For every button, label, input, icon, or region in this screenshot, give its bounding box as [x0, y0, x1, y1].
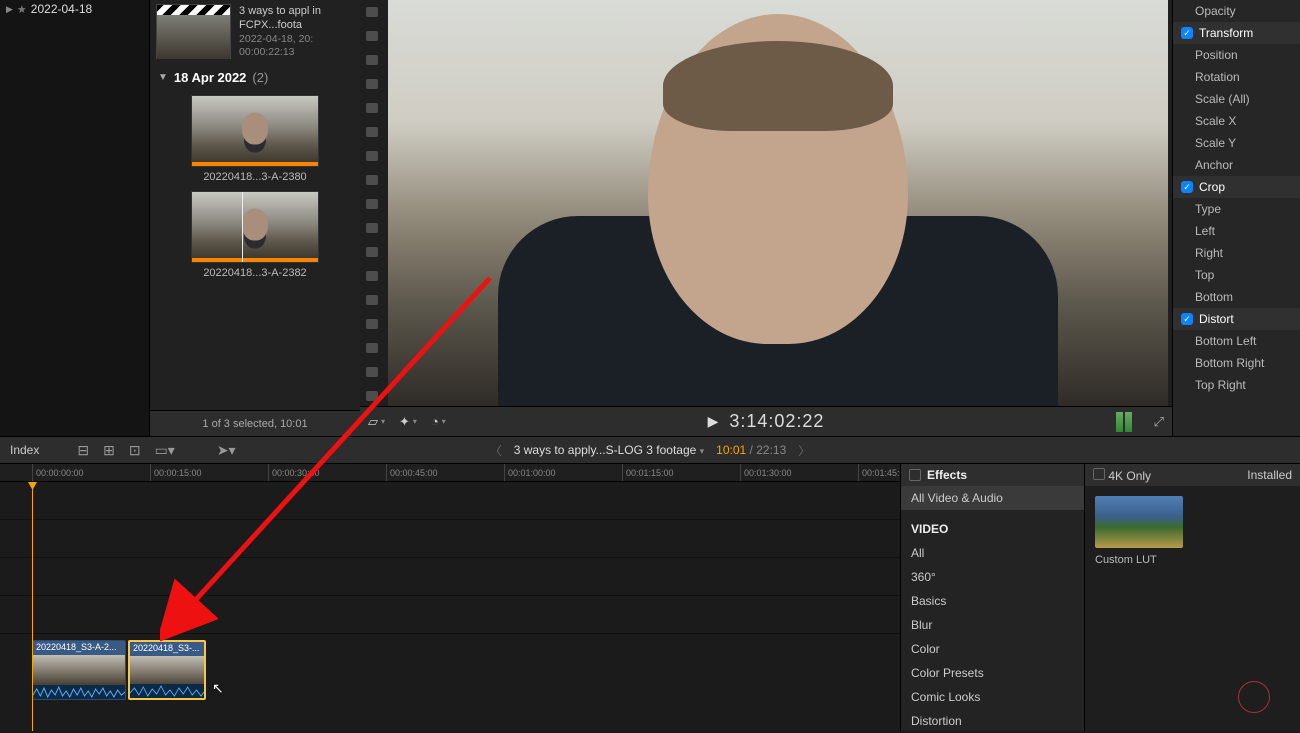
ruler-tick: 00:01:00:00	[504, 464, 556, 481]
browser-clip[interactable]: 20220418...3-A-2380	[150, 91, 360, 187]
timeline-playhead[interactable]	[32, 482, 33, 731]
timeline-clip-selected[interactable]: 20220418_S3-...	[128, 640, 206, 700]
clip-title: 20220418_S3-...	[130, 642, 204, 656]
effects-category[interactable]: Color Presets	[901, 661, 1084, 685]
project-date: 2022-04-18, 20:	[239, 33, 354, 47]
timeline-total-time: 22:13	[756, 443, 786, 457]
timeline-clip[interactable]: 20220418_S3-A-2...	[32, 640, 126, 700]
inspector-param[interactable]: Scale X	[1173, 110, 1300, 132]
inspector-param-opacity[interactable]: Opacity	[1173, 0, 1300, 22]
effect-label: Custom LUT	[1095, 554, 1290, 566]
inspector-param[interactable]: Bottom Right	[1173, 352, 1300, 374]
inspector-param[interactable]: Type	[1173, 198, 1300, 220]
select-tool-icon[interactable]: ➤▾	[217, 442, 236, 459]
browser-status: 1 of 3 selected, 10:01	[150, 410, 360, 436]
effects-category[interactable]: All	[901, 541, 1084, 565]
effects-section-header: VIDEO	[901, 510, 1084, 541]
inspector-param[interactable]: Right	[1173, 242, 1300, 264]
enhance-tool-icon[interactable]: ✦▾	[399, 414, 417, 430]
browser-clip[interactable]: 20220418...3-A-2382	[150, 187, 360, 283]
clip-label: 20220418...3-A-2380	[160, 171, 350, 183]
clip-label: 20220418...3-A-2382	[160, 267, 350, 279]
ruler-tick: 00:00:45:00	[386, 464, 438, 481]
insert-clip-icon[interactable]: ⊞	[103, 442, 115, 459]
overwrite-clip-icon[interactable]: ▭▾	[155, 442, 175, 459]
inspector-param[interactable]: Rotation	[1173, 66, 1300, 88]
audio-meter	[1116, 412, 1132, 432]
retime-tool-icon[interactable]: ◔▾	[431, 414, 446, 429]
disclosure-icon[interactable]: ▶	[6, 4, 13, 15]
effects-category[interactable]: All Video & Audio	[901, 486, 1084, 510]
inspector-panel[interactable]: Opacity ✓Transform Position Rotation Sca…	[1172, 0, 1300, 436]
ruler-tick: 00:01:30:00	[740, 464, 792, 481]
timeline-toolbar: Index ⊟ ⊞ ⊡ ▭▾ ➤▾ 〈 3 ways to apply...S-…	[0, 436, 1300, 464]
filter-4k-label[interactable]: 4K Only	[1108, 469, 1151, 483]
effect-item[interactable]: Custom LUT	[1085, 486, 1300, 576]
inspector-param[interactable]: Scale Y	[1173, 132, 1300, 154]
effects-category[interactable]: Comic Looks	[901, 685, 1084, 709]
project-duration: 00:00:22:13	[239, 46, 354, 60]
inspector-param[interactable]: Bottom Left	[1173, 330, 1300, 352]
connect-clip-icon[interactable]: ⊟	[77, 442, 89, 459]
nav-forward-icon[interactable]: 〉	[798, 442, 810, 459]
checkbox-icon[interactable]	[1093, 468, 1105, 480]
timeline-current-time: 10:01	[716, 443, 746, 457]
viewer-toolbar: ▱▾ ✦▾ ◔▾ ▶ 3:14:02:22 ⤢	[360, 406, 1172, 436]
effects-category[interactable]: Distortion	[901, 709, 1084, 733]
disclosure-icon[interactable]: ▼	[158, 72, 168, 83]
inspector-param[interactable]: Left	[1173, 220, 1300, 242]
timeline-ruler[interactable]: 00:00:00:00 00:00:15:00 00:00:30:00 00:0…	[0, 464, 900, 482]
play-button[interactable]: ▶	[708, 413, 720, 430]
installed-label[interactable]: Installed	[1247, 468, 1292, 482]
timeline[interactable]: 00:00:00:00 00:00:15:00 00:00:30:00 00:0…	[0, 464, 900, 731]
event-header[interactable]: ▼ 18 Apr 2022 (2)	[150, 64, 360, 91]
transform-tool-icon[interactable]: ▱▾	[368, 414, 385, 430]
viewer-timecode: 3:14:02:22	[729, 411, 824, 432]
effects-category[interactable]: Basics	[901, 589, 1084, 613]
event-browser[interactable]: ▶ ★ 2022-04-18	[0, 0, 150, 436]
event-header-date: 18 Apr 2022	[174, 70, 247, 85]
project-title-dropdown[interactable]: 3 ways to apply...S-LOG 3 footage ▾	[514, 443, 704, 457]
filmstrip-perforation	[360, 0, 384, 406]
ruler-tick: 00:00:30:00	[268, 464, 320, 481]
inspector-param[interactable]: Anchor	[1173, 154, 1300, 176]
ruler-tick: 00:00:15:00	[150, 464, 202, 481]
inspector-param[interactable]: Bottom	[1173, 286, 1300, 308]
inspector-section-transform[interactable]: ✓Transform	[1173, 22, 1300, 44]
effects-category[interactable]: Blur	[901, 613, 1084, 637]
event-clip-count: (2)	[252, 70, 268, 85]
viewer[interactable]: ▱▾ ✦▾ ◔▾ ▶ 3:14:02:22 ⤢	[360, 0, 1172, 436]
ruler-tick: 00:00:00:00	[32, 464, 84, 481]
project-thumbnail	[156, 4, 231, 59]
ruler-tick: 00:01:15:00	[622, 464, 674, 481]
event-date[interactable]: 2022-04-18	[31, 2, 92, 16]
inspector-param[interactable]: Top Right	[1173, 374, 1300, 396]
fullscreen-icon[interactable]: ⤢	[1154, 414, 1164, 430]
inspector-param[interactable]: Position	[1173, 44, 1300, 66]
project-title: 3 ways to appl in FCPX...foota	[239, 4, 354, 33]
record-indicator-icon	[1238, 681, 1270, 713]
clip-list[interactable]: 3 ways to appl in FCPX...foota 2022-04-1…	[150, 0, 360, 436]
effect-thumbnail	[1095, 496, 1183, 548]
effects-category[interactable]: Color	[901, 637, 1084, 661]
inspector-section-distort[interactable]: ✓Distort	[1173, 308, 1300, 330]
effects-header: Effects	[927, 468, 967, 482]
mouse-cursor-icon: ↖	[212, 680, 224, 697]
checkbox-icon[interactable]: ✓	[1181, 181, 1193, 193]
inspector-param[interactable]: Scale (All)	[1173, 88, 1300, 110]
clip-title: 20220418_S3-A-2...	[33, 641, 125, 655]
effects-category[interactable]: 360°	[901, 565, 1084, 589]
inspector-section-crop[interactable]: ✓Crop	[1173, 176, 1300, 198]
star-icon: ★	[17, 3, 27, 16]
project-item[interactable]: 3 ways to appl in FCPX...foota 2022-04-1…	[150, 0, 360, 64]
checkbox-icon[interactable]	[909, 469, 921, 481]
checkbox-icon[interactable]: ✓	[1181, 27, 1193, 39]
video-frame	[388, 0, 1168, 406]
inspector-param[interactable]: Top	[1173, 264, 1300, 286]
append-clip-icon[interactable]: ⊡	[129, 442, 141, 459]
checkbox-icon[interactable]: ✓	[1181, 313, 1193, 325]
nav-back-icon[interactable]: 〈	[490, 442, 502, 459]
effects-browser[interactable]: Effects All Video & Audio VIDEO All 360°…	[900, 464, 1084, 731]
index-button[interactable]: Index	[10, 443, 39, 457]
